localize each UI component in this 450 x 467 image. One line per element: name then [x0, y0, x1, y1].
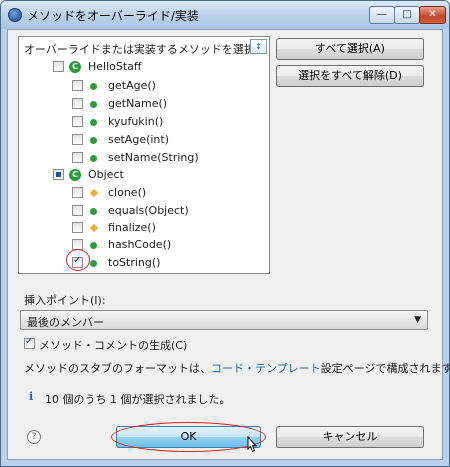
method-label: clone() — [108, 186, 147, 199]
group-label: HelloStaff — [88, 60, 142, 73]
public-method-icon — [90, 101, 97, 108]
eclipse-app-icon — [8, 8, 22, 22]
method-label: setName(String) — [108, 151, 199, 164]
code-template-link[interactable]: コード・テンプレート — [211, 362, 321, 375]
method-label: setAge(int) — [108, 133, 170, 146]
generate-comments-option[interactable]: メソッド・コメントの生成(C) — [24, 336, 244, 352]
method-checkbox[interactable] — [72, 98, 83, 109]
highlight-circle-checkbox — [66, 249, 90, 271]
window-title: メソッドをオーバーライド/実装 — [27, 9, 199, 23]
format-note-prefix: メソッドのスタブのフォーマットは、 — [24, 362, 211, 375]
selection-status: 10 個のうち 1 個が選択されました。 — [45, 393, 231, 406]
method-label: toString() — [108, 256, 161, 269]
public-method-icon — [90, 155, 97, 162]
tree-group-object[interactable]: C Object — [20, 167, 268, 184]
tree-item[interactable]: equals(Object) — [20, 203, 268, 220]
method-label: getName() — [108, 97, 168, 110]
class-icon: C — [69, 169, 81, 181]
method-checkbox[interactable] — [72, 187, 83, 198]
tree-group-hellostaff[interactable]: C HelloStaff — [20, 59, 268, 76]
method-label: getAge() — [108, 79, 156, 92]
maximize-button[interactable]: □ — [394, 6, 420, 24]
method-label: equals(Object) — [108, 204, 189, 217]
info-icon: i — [29, 390, 34, 403]
tree-item[interactable]: setName(String) — [20, 150, 268, 167]
title-bar[interactable]: メソッドをオーバーライド/実装 — □ ✕ — [1, 1, 449, 29]
generate-comments-checkbox[interactable] — [24, 336, 35, 349]
method-label: hashCode() — [108, 238, 172, 251]
cancel-button[interactable]: キャンセル — [276, 426, 424, 448]
insertion-point-value: 最後のメンバー — [27, 316, 104, 329]
minimize-button[interactable]: — — [369, 6, 395, 24]
public-method-icon — [90, 242, 97, 249]
help-icon[interactable]: ? — [27, 430, 41, 444]
tree-item[interactable]: getName() — [20, 96, 268, 113]
method-label: finalize() — [108, 221, 156, 234]
format-note: メソッドのスタブのフォーマットは、コード・テンプレート設定ページで構成されます。 — [24, 360, 450, 376]
tree-item[interactable]: clone() — [20, 185, 268, 202]
highlight-circle-ok — [111, 422, 266, 452]
tree-item[interactable]: finalize() — [20, 220, 268, 237]
public-method-icon — [90, 137, 97, 144]
tree-item[interactable]: hashCode() — [20, 237, 268, 254]
group-label: Object — [88, 168, 124, 181]
method-label: kyufukin() — [108, 115, 164, 128]
generate-comments-label: メソッド・コメントの生成(C) — [39, 339, 188, 352]
method-checkbox[interactable] — [72, 205, 83, 216]
tree-item[interactable]: getAge() — [20, 78, 268, 95]
format-note-suffix: 設定ページで構成されます。 — [320, 362, 450, 375]
group-checkbox-hellostaff[interactable] — [53, 61, 64, 72]
sort-members-icon[interactable]: ↕ — [250, 39, 267, 54]
public-method-icon — [90, 208, 97, 215]
chevron-down-icon: ▼ — [414, 315, 421, 325]
method-checkbox[interactable] — [72, 222, 83, 233]
protected-method-icon — [89, 188, 99, 198]
method-checkbox[interactable] — [72, 134, 83, 145]
group-checkbox-object[interactable] — [53, 169, 64, 180]
tree-item[interactable]: setAge(int) — [20, 132, 268, 149]
insertion-point-select[interactable]: 最後のメンバー ▼ — [20, 310, 428, 330]
public-method-icon — [90, 83, 97, 90]
insertion-point-label: 挿入ポイント(I): — [24, 294, 106, 307]
public-method-icon — [90, 119, 97, 126]
protected-method-icon — [89, 223, 99, 233]
close-button[interactable]: ✕ — [419, 6, 446, 24]
tree-item[interactable]: kyufukin() — [20, 114, 268, 131]
select-methods-prompt: オーバーライドまたは実装するメソッドを選択: — [24, 43, 259, 56]
method-checkbox[interactable] — [72, 152, 83, 163]
class-icon: C — [69, 61, 81, 73]
public-method-icon — [90, 260, 97, 267]
select-all-button[interactable]: すべて選択(A) — [276, 38, 424, 60]
method-checkbox[interactable] — [72, 116, 83, 127]
tree-item[interactable]: toString() — [20, 255, 268, 272]
mouse-pointer-icon — [247, 436, 258, 453]
method-tree[interactable]: C HelloStaff getAge() getName() kyufukin… — [20, 59, 268, 272]
method-checkbox[interactable] — [72, 80, 83, 91]
deselect-all-button[interactable]: 選択をすべて解除(D) — [276, 65, 424, 87]
